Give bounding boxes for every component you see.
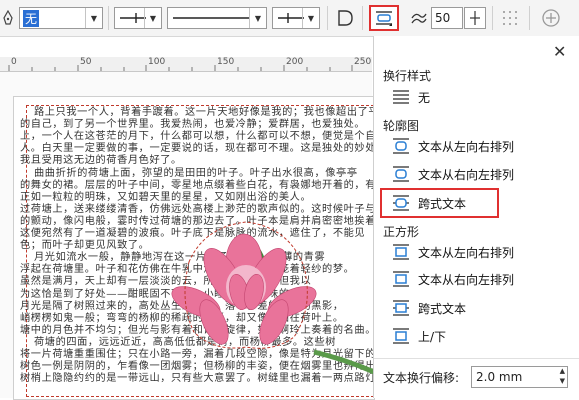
square-ltr-option[interactable]: 文本从左向右排列 bbox=[392, 240, 514, 264]
contour-rtl-option[interactable]: 文本从右向左排列 bbox=[392, 162, 514, 186]
square-straddle-option[interactable]: 跨式文本 bbox=[392, 296, 466, 320]
wrap-text-icon bbox=[376, 11, 392, 26]
outline-shape-icon[interactable] bbox=[333, 6, 357, 30]
separator bbox=[362, 6, 363, 30]
wrap-option-label: 文本从左向右排列 bbox=[418, 245, 515, 260]
outline-width-value: 无 bbox=[23, 10, 40, 27]
square-rtl-icon bbox=[393, 271, 409, 287]
wrap-option-label: 跨式文本 bbox=[418, 301, 467, 316]
wrap-option-label: 无 bbox=[418, 90, 431, 105]
stepper-up-icon[interactable]: ▲ bbox=[560, 367, 565, 375]
wrap-option-label: 上/下 bbox=[418, 329, 447, 344]
lotus-image[interactable] bbox=[14, 97, 374, 399]
separator bbox=[492, 6, 493, 30]
wrap-option-label: 跨式文本 bbox=[418, 196, 467, 211]
ruler-label: 100 bbox=[148, 57, 166, 67]
square-ltr-icon bbox=[393, 244, 409, 260]
section-wrap-style: 换行样式 bbox=[383, 69, 432, 83]
separator bbox=[529, 6, 530, 30]
line-start-combo[interactable]: ▼ bbox=[114, 7, 162, 29]
add-icon[interactable] bbox=[539, 6, 563, 30]
close-icon[interactable]: ✕ bbox=[553, 42, 566, 61]
stepper-down-icon[interactable]: ▼ bbox=[560, 377, 565, 385]
ruler-ticks bbox=[8, 65, 353, 71]
ruler-label: 50 bbox=[80, 57, 92, 67]
wrap-option-label: 文本从左向右排列 bbox=[418, 139, 515, 154]
chevron-down-icon[interactable]: ▼ bbox=[249, 8, 266, 28]
wrap-offset-value: 2.0 mm bbox=[476, 370, 523, 384]
pen-icon[interactable] bbox=[0, 6, 16, 30]
ruler-label: 200 bbox=[286, 57, 304, 67]
ruler-label: 250 bbox=[354, 57, 372, 67]
wrap-option-label: 文本从右向左排列 bbox=[418, 272, 515, 287]
wrap-option-none[interactable]: 无 bbox=[392, 85, 430, 109]
outline-width-combo[interactable]: 无 ▼ bbox=[19, 7, 103, 29]
chevron-down-icon[interactable]: ▼ bbox=[85, 8, 102, 28]
contour-ltr-option[interactable]: 文本从左向右排列 bbox=[392, 134, 514, 158]
drawing-canvas[interactable]: 路上只我一个人，背着手踱着。这一片天地好像是我的；我也像超出了平常 的自己，到了另… bbox=[0, 72, 375, 400]
width-input[interactable]: 50 bbox=[431, 7, 463, 29]
wrap-option-label: 文本从右向左排列 bbox=[418, 167, 515, 182]
separator bbox=[108, 6, 109, 30]
text-wrap-panel: ✕ 换行样式 无 轮廓图 文本从左向右排列 文本从右向左排列 跨式文本 正方形 … bbox=[373, 36, 579, 398]
contour-straddle-option[interactable]: 跨式文本 bbox=[392, 191, 466, 215]
grid-icon[interactable] bbox=[498, 6, 522, 30]
property-toolbar: 无 ▼ ▼ ▼ ▼ 50 bbox=[0, 0, 579, 37]
width-value: 50 bbox=[435, 11, 451, 25]
square-topbottom-option[interactable]: 上/下 bbox=[392, 324, 446, 348]
ruler-label: 150 bbox=[217, 57, 235, 67]
section-square: 正方形 bbox=[383, 225, 420, 239]
square-rtl-option[interactable]: 文本从右向左排列 bbox=[392, 267, 514, 291]
document-page[interactable]: 路上只我一个人，背着手踱着。这一片天地好像是我的；我也像超出了平常 的自己，到了另… bbox=[13, 96, 375, 400]
divider bbox=[374, 358, 579, 359]
horizontal-ruler[interactable]: 0 50 100 150 200 250 bbox=[0, 57, 372, 72]
stepper[interactable] bbox=[464, 7, 486, 29]
separator bbox=[327, 6, 328, 30]
ruler-label: 0 bbox=[11, 57, 17, 67]
curvature-icon[interactable] bbox=[409, 6, 429, 30]
chevron-down-icon[interactable]: ▼ bbox=[302, 8, 319, 28]
chevron-down-icon[interactable]: ▼ bbox=[144, 8, 161, 28]
text-wrap-button[interactable] bbox=[369, 5, 399, 31]
line-style-combo[interactable]: ▼ bbox=[167, 7, 267, 29]
contour-ltr-icon bbox=[393, 138, 409, 154]
section-contour: 轮廓图 bbox=[383, 119, 420, 133]
square-straddle-icon bbox=[393, 300, 409, 316]
wrap-offset-input[interactable]: 2.0 mm ▲ ▼ bbox=[471, 366, 568, 388]
wrap-none-icon bbox=[393, 90, 409, 104]
offset-label: 文本换行偏移: bbox=[383, 371, 460, 385]
contour-rtl-icon bbox=[393, 166, 409, 182]
square-topbottom-icon bbox=[393, 328, 409, 344]
contour-straddle-icon bbox=[393, 195, 409, 211]
line-end-combo[interactable]: ▼ bbox=[272, 7, 320, 29]
